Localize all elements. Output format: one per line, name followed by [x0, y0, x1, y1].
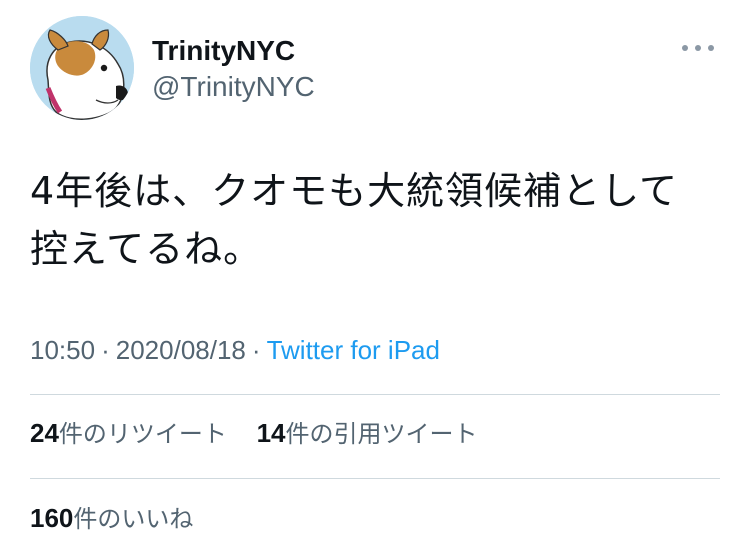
likes-count: 160 [30, 503, 74, 533]
quotes-count: 14 [256, 418, 286, 448]
tweet-text: 4年後は、クオモも大統領候補として 控えてるね。 [30, 162, 720, 278]
tweet-time[interactable]: 10:50 [30, 335, 95, 365]
avatar[interactable] [30, 16, 134, 120]
divider [30, 394, 720, 395]
engagement-stats: 24件のリツイート 14件の引用ツイート [30, 418, 477, 449]
tweet-meta: 10:50 · 2020/08/18 · Twitter for iPad [30, 334, 440, 366]
display-name[interactable]: TrinityNYC [152, 34, 315, 68]
retweets-count: 24 [30, 418, 59, 448]
divider [30, 478, 720, 479]
likes-stat[interactable]: 160件のいいね [30, 503, 193, 534]
quotes-stat[interactable]: 14件の引用ツイート [257, 418, 478, 449]
dog-avatar-icon [30, 16, 134, 120]
meta-separator: · [101, 335, 110, 365]
user-names: TrinityNYC @TrinityNYC [152, 34, 315, 104]
tweet-source-link[interactable]: Twitter for iPad [267, 335, 440, 365]
tweet-text-line: 控えてるね。 [30, 227, 263, 271]
likes-label: 件のいいね [73, 505, 194, 533]
tweet-header: TrinityNYC @TrinityNYC [30, 16, 720, 122]
tweet-text-line: 4年後は、クオモも大統領候補として [30, 169, 679, 213]
tweet-date[interactable]: 2020/08/18 [116, 335, 246, 365]
meta-separator: · [251, 335, 261, 365]
retweets-label: 件のリツイート [58, 420, 227, 448]
retweets-stat[interactable]: 24件のリツイート [30, 418, 227, 449]
more-horizontal-icon[interactable] [680, 42, 716, 54]
likes-stats: 160件のいいね [30, 503, 193, 534]
quotes-label: 件の引用ツイート [285, 420, 478, 448]
user-handle[interactable]: @TrinityNYC [152, 70, 315, 104]
